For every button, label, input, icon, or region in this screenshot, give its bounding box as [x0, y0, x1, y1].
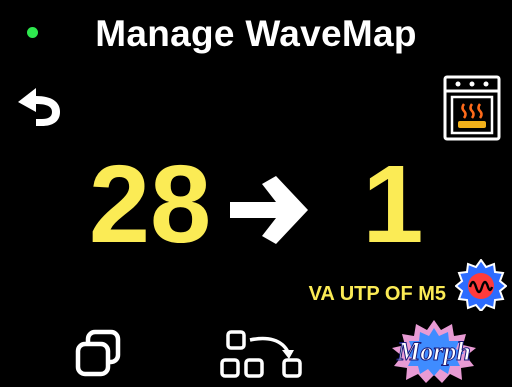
back-button[interactable] [14, 84, 66, 130]
oven-icon [443, 75, 501, 141]
morph-button[interactable]: Morph [384, 318, 484, 384]
copy-icon [75, 329, 121, 377]
waveform-gear-icon [455, 259, 507, 311]
move-slots-button[interactable] [216, 326, 308, 382]
right-arrow-icon [224, 170, 314, 250]
waveform-button[interactable] [455, 259, 507, 311]
oven-button[interactable] [442, 74, 502, 142]
to-slot-number: 1 [362, 143, 424, 266]
from-slot-number: 28 [88, 143, 212, 266]
copy-button[interactable] [70, 326, 126, 382]
undo-arrow-icon [18, 88, 60, 126]
move-slots-icon [220, 330, 302, 378]
morph-label: Morph [396, 337, 471, 366]
status-message: VA UTP OF M5 [308, 283, 446, 305]
morph-logo-icon: Morph [392, 320, 476, 383]
page-title: Manage WaveMap [95, 13, 417, 54]
